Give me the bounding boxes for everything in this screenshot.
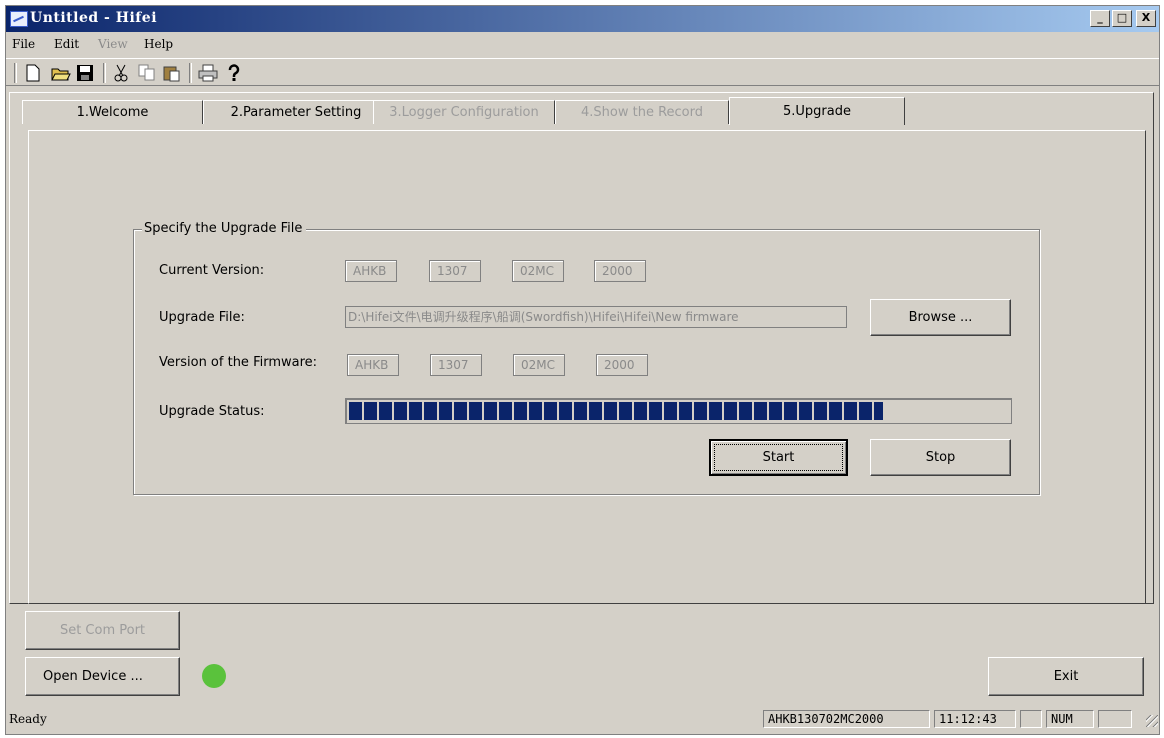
progress-fill <box>349 402 883 420</box>
menu-help[interactable]: Help <box>144 37 173 51</box>
print-icon[interactable] <box>198 64 218 82</box>
cut-icon[interactable] <box>112 64 130 82</box>
status-ready-text: Ready <box>9 712 47 726</box>
status-device-id: AHKB130702MC2000 <box>763 710 930 728</box>
current-version-field-4: 2000 <box>594 260 646 282</box>
app-icon[interactable] <box>10 11 28 27</box>
paste-icon[interactable] <box>163 64 181 82</box>
upgrade-file-path-field[interactable]: D:\Hifei文件\电调升级程序\船调(Swordfish)\Hifei\Hi… <box>345 306 847 328</box>
status-num: NUM <box>1046 710 1094 728</box>
status-bar: Ready AHKB130702MC2000 11:12:43 NUM <box>5 707 1160 729</box>
tab-parameter-setting[interactable]: 2.Parameter Setting <box>203 100 389 124</box>
minimize-button[interactable]: _ <box>1090 10 1110 27</box>
firmware-version-field-2: 1307 <box>430 354 482 376</box>
device-status-led <box>202 664 226 688</box>
toolbar-separator <box>189 63 192 83</box>
current-version-field-1: AHKB <box>345 260 397 282</box>
upgrade-status-label: Upgrade Status: <box>159 404 265 419</box>
resize-grip[interactable] <box>1146 715 1158 727</box>
open-device-button[interactable]: Open Device ... <box>25 657 180 696</box>
start-button[interactable]: Start <box>709 439 848 476</box>
current-version-field-3: 02MC <box>512 260 564 282</box>
focus-rectangle <box>714 444 843 471</box>
firmware-version-field-3: 02MC <box>513 354 565 376</box>
browse-button[interactable]: Browse ... <box>870 299 1011 336</box>
exit-button[interactable]: Exit <box>988 657 1144 696</box>
window-title: Untitled - Hifei <box>30 10 158 26</box>
copy-icon[interactable] <box>138 64 156 82</box>
stop-button[interactable]: Stop <box>870 439 1011 476</box>
menu-view[interactable]: View <box>98 37 128 51</box>
firmware-version-field-1: AHKB <box>347 354 399 376</box>
menu-bar: File Edit View Help <box>6 34 1159 56</box>
group-title: Specify the Upgrade File <box>142 221 307 236</box>
current-version-label: Current Version: <box>159 263 265 278</box>
toolbar-separator <box>103 63 106 83</box>
status-empty-cell <box>1020 710 1042 728</box>
tab-logger-configuration[interactable]: 3.Logger Configuration <box>373 100 555 124</box>
tab-show-the-record[interactable]: 4.Show the Record <box>555 100 729 124</box>
status-time: 11:12:43 <box>934 710 1016 728</box>
tab-upgrade[interactable]: 5.Upgrade <box>729 97 905 125</box>
set-com-port-button[interactable]: Set Com Port <box>25 611 180 650</box>
toolbar <box>6 58 1159 86</box>
title-bar[interactable]: Untitled - Hifei _ □ X <box>6 6 1159 32</box>
menu-file[interactable]: File <box>12 37 35 51</box>
help-icon[interactable] <box>225 64 243 82</box>
firmware-version-label: Version of the Firmware: <box>159 355 318 370</box>
menu-edit[interactable]: Edit <box>54 37 79 51</box>
toolbar-separator <box>14 63 17 83</box>
current-version-field-2: 1307 <box>429 260 481 282</box>
tab-welcome[interactable]: 1.Welcome <box>22 100 203 124</box>
maximize-button[interactable]: □ <box>1112 10 1132 27</box>
upgrade-progress-bar <box>345 398 1012 424</box>
open-icon[interactable] <box>51 64 71 82</box>
save-icon[interactable] <box>76 64 94 82</box>
close-button[interactable]: X <box>1136 10 1156 27</box>
status-scroll-cell <box>1098 710 1132 728</box>
firmware-version-field-4: 2000 <box>596 354 648 376</box>
upgrade-file-label: Upgrade File: <box>159 310 245 325</box>
new-icon[interactable] <box>24 64 42 82</box>
